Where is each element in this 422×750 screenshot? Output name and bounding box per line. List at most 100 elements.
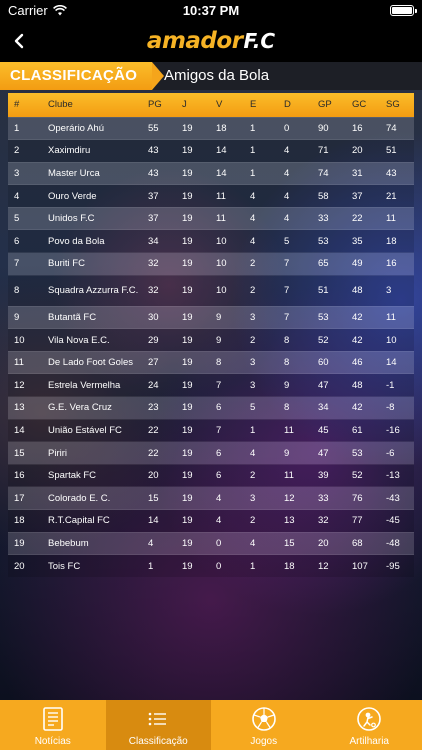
cell-club: Master Urca <box>42 162 142 185</box>
cell-goals-against: 22 <box>346 207 380 230</box>
scorer-icon <box>357 707 382 731</box>
cell-wins: 7 <box>210 373 244 397</box>
cell-played: 19 <box>176 509 210 533</box>
cell-losses: 18 <box>278 554 312 578</box>
cell-points: 37 <box>142 184 176 208</box>
cell-draws: 4 <box>244 532 278 555</box>
table-row: 17 Colorado E. C. 15 19 4 3 12 33 76 -43 <box>8 486 414 510</box>
cell-goals-for: 33 <box>312 486 346 510</box>
cell-goals-against: 37 <box>346 184 380 208</box>
cell-losses: 11 <box>278 464 312 487</box>
table-row: 15 Piriri 22 19 6 4 9 47 53 -6 <box>8 441 414 465</box>
cell-goal-diff: -1 <box>380 373 414 397</box>
cell-goals-for: 39 <box>312 464 346 487</box>
cell-goals-for: 52 <box>312 328 346 352</box>
tab-artilharia[interactable]: Artilharia <box>317 700 422 750</box>
table-row: 8 Squadra Azzurra F.C. 32 19 10 2 7 51 48 3 <box>8 275 414 307</box>
cell-points: 22 <box>142 441 176 465</box>
tab-classificacao[interactable]: Classificação <box>105 700 211 750</box>
cell-points: 22 <box>142 419 176 442</box>
cell-goals-against: 61 <box>346 419 380 442</box>
cell-goals-for: 51 <box>312 275 346 307</box>
col-header-goals-for: GP <box>312 93 346 117</box>
table-row: 20 Tois FC 1 19 0 1 18 12 107 -95 <box>8 554 414 578</box>
cell-club: Bebebum <box>42 532 142 555</box>
cell-position: 4 <box>8 184 42 208</box>
table-row: 19 Bebebum 4 19 0 4 15 20 68 -48 <box>8 532 414 555</box>
cell-position: 17 <box>8 486 42 510</box>
cell-wins: 6 <box>210 464 244 487</box>
cell-position: 19 <box>8 532 42 555</box>
cell-wins: 7 <box>210 419 244 442</box>
cell-points: 30 <box>142 306 176 329</box>
cell-goals-for: 47 <box>312 373 346 397</box>
table-row: 12 Estrela Vermelha 24 19 7 3 9 47 48 -1 <box>8 373 414 397</box>
cell-draws: 3 <box>244 486 278 510</box>
list-icon <box>148 712 167 726</box>
cell-wins: 6 <box>210 396 244 420</box>
cell-points: 32 <box>142 275 176 307</box>
cell-losses: 8 <box>278 396 312 420</box>
cell-position: 18 <box>8 509 42 533</box>
cell-goals-for: 58 <box>312 184 346 208</box>
cell-club: Xaximdiru <box>42 139 142 163</box>
tab-noticias[interactable]: Notícias <box>0 700 106 750</box>
cell-position: 5 <box>8 207 42 230</box>
nav-bar: amador F.C <box>0 20 422 62</box>
tab-jogos[interactable]: Jogos <box>211 700 317 750</box>
cell-club: Piriri <box>42 441 142 465</box>
cell-goals-against: 48 <box>346 373 380 397</box>
col-header-points: PG <box>142 93 176 117</box>
battery-icon <box>390 5 417 16</box>
cell-points: 55 <box>142 117 176 140</box>
cell-goals-against: 20 <box>346 139 380 163</box>
cell-position: 6 <box>8 229 42 253</box>
cell-club: Spartak FC <box>42 464 142 487</box>
cell-club: R.T.Capital FC <box>42 509 142 533</box>
carrier-label: Carrier <box>8 2 48 18</box>
cell-goal-diff: 18 <box>380 229 414 253</box>
cell-played: 19 <box>176 229 210 253</box>
cell-losses: 4 <box>278 207 312 230</box>
cell-draws: 2 <box>244 328 278 352</box>
cell-played: 19 <box>176 486 210 510</box>
cell-points: 1 <box>142 554 176 578</box>
cell-wins: 18 <box>210 117 244 140</box>
cell-wins: 6 <box>210 441 244 465</box>
table-header-row: # Clube PG J V E D GP GC SG <box>8 93 414 117</box>
cell-draws: 4 <box>244 229 278 253</box>
cell-points: 15 <box>142 486 176 510</box>
cell-goals-for: 32 <box>312 509 346 533</box>
cell-goals-against: 42 <box>346 328 380 352</box>
cell-played: 19 <box>176 554 210 578</box>
cell-points: 23 <box>142 396 176 420</box>
back-button[interactable] <box>6 28 32 54</box>
cell-points: 20 <box>142 464 176 487</box>
cell-goals-for: 65 <box>312 252 346 276</box>
cell-draws: 2 <box>244 252 278 276</box>
cell-points: 43 <box>142 162 176 185</box>
cell-goal-diff: -45 <box>380 509 414 533</box>
cell-goal-diff: -13 <box>380 464 414 487</box>
cell-losses: 9 <box>278 373 312 397</box>
table-row: 7 Buriti FC 32 19 10 2 7 65 49 16 <box>8 252 414 276</box>
cell-losses: 7 <box>278 275 312 307</box>
cell-played: 19 <box>176 207 210 230</box>
tab-label: Notícias <box>34 736 71 747</box>
cell-goals-for: 34 <box>312 396 346 420</box>
table-row: 10 Vila Nova E.C. 29 19 9 2 8 52 42 10 <box>8 328 414 352</box>
table-row: 2 Xaximdiru 43 19 14 1 4 71 20 51 <box>8 139 414 163</box>
cell-goals-against: 52 <box>346 464 380 487</box>
cell-wins: 9 <box>210 328 244 352</box>
cell-club: Ouro Verde <box>42 184 142 208</box>
cell-goals-for: 12 <box>312 554 346 578</box>
cell-goal-diff: -8 <box>380 396 414 420</box>
cell-draws: 3 <box>244 373 278 397</box>
newspaper-icon <box>42 707 63 731</box>
cell-goal-diff: 74 <box>380 117 414 140</box>
cell-draws: 5 <box>244 396 278 420</box>
cell-played: 19 <box>176 162 210 185</box>
cell-draws: 4 <box>244 207 278 230</box>
cell-wins: 0 <box>210 554 244 578</box>
cell-draws: 1 <box>244 117 278 140</box>
